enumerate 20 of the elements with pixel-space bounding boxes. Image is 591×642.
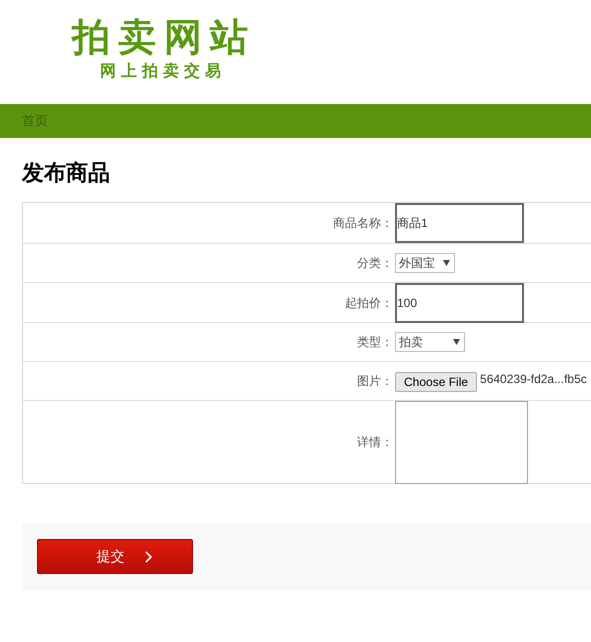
field-label: 详情： [357, 434, 393, 451]
chevron-right-icon [144, 550, 152, 562]
submit-button[interactable]: 提交 [37, 539, 193, 574]
text-input[interactable]: 商品1 [395, 203, 524, 243]
field-label: 起拍价： [345, 294, 393, 312]
text-input[interactable]: 100 [395, 282, 524, 322]
caret-icon [443, 260, 450, 266]
site-logo-subtitle: 网上拍卖交易 [99, 60, 226, 82]
site-logo-title: 拍卖网站 [72, 14, 257, 60]
choose-file-button[interactable]: Choose File [395, 372, 478, 392]
field-label: 分类： [357, 255, 393, 272]
dropdown-select[interactable]: 拍卖 [395, 332, 465, 352]
field-label: 商品名称： [333, 215, 393, 232]
file-name: 5640239-fd2a...fb5c [480, 371, 587, 388]
page-heading: 发布商品 [20, 159, 110, 187]
caret-icon [453, 339, 460, 345]
dropdown-select[interactable]: 外国宝 [395, 253, 455, 273]
field-label: 图片： [357, 373, 393, 390]
field-label: 类型： [357, 334, 393, 351]
details-textarea[interactable] [395, 400, 528, 484]
